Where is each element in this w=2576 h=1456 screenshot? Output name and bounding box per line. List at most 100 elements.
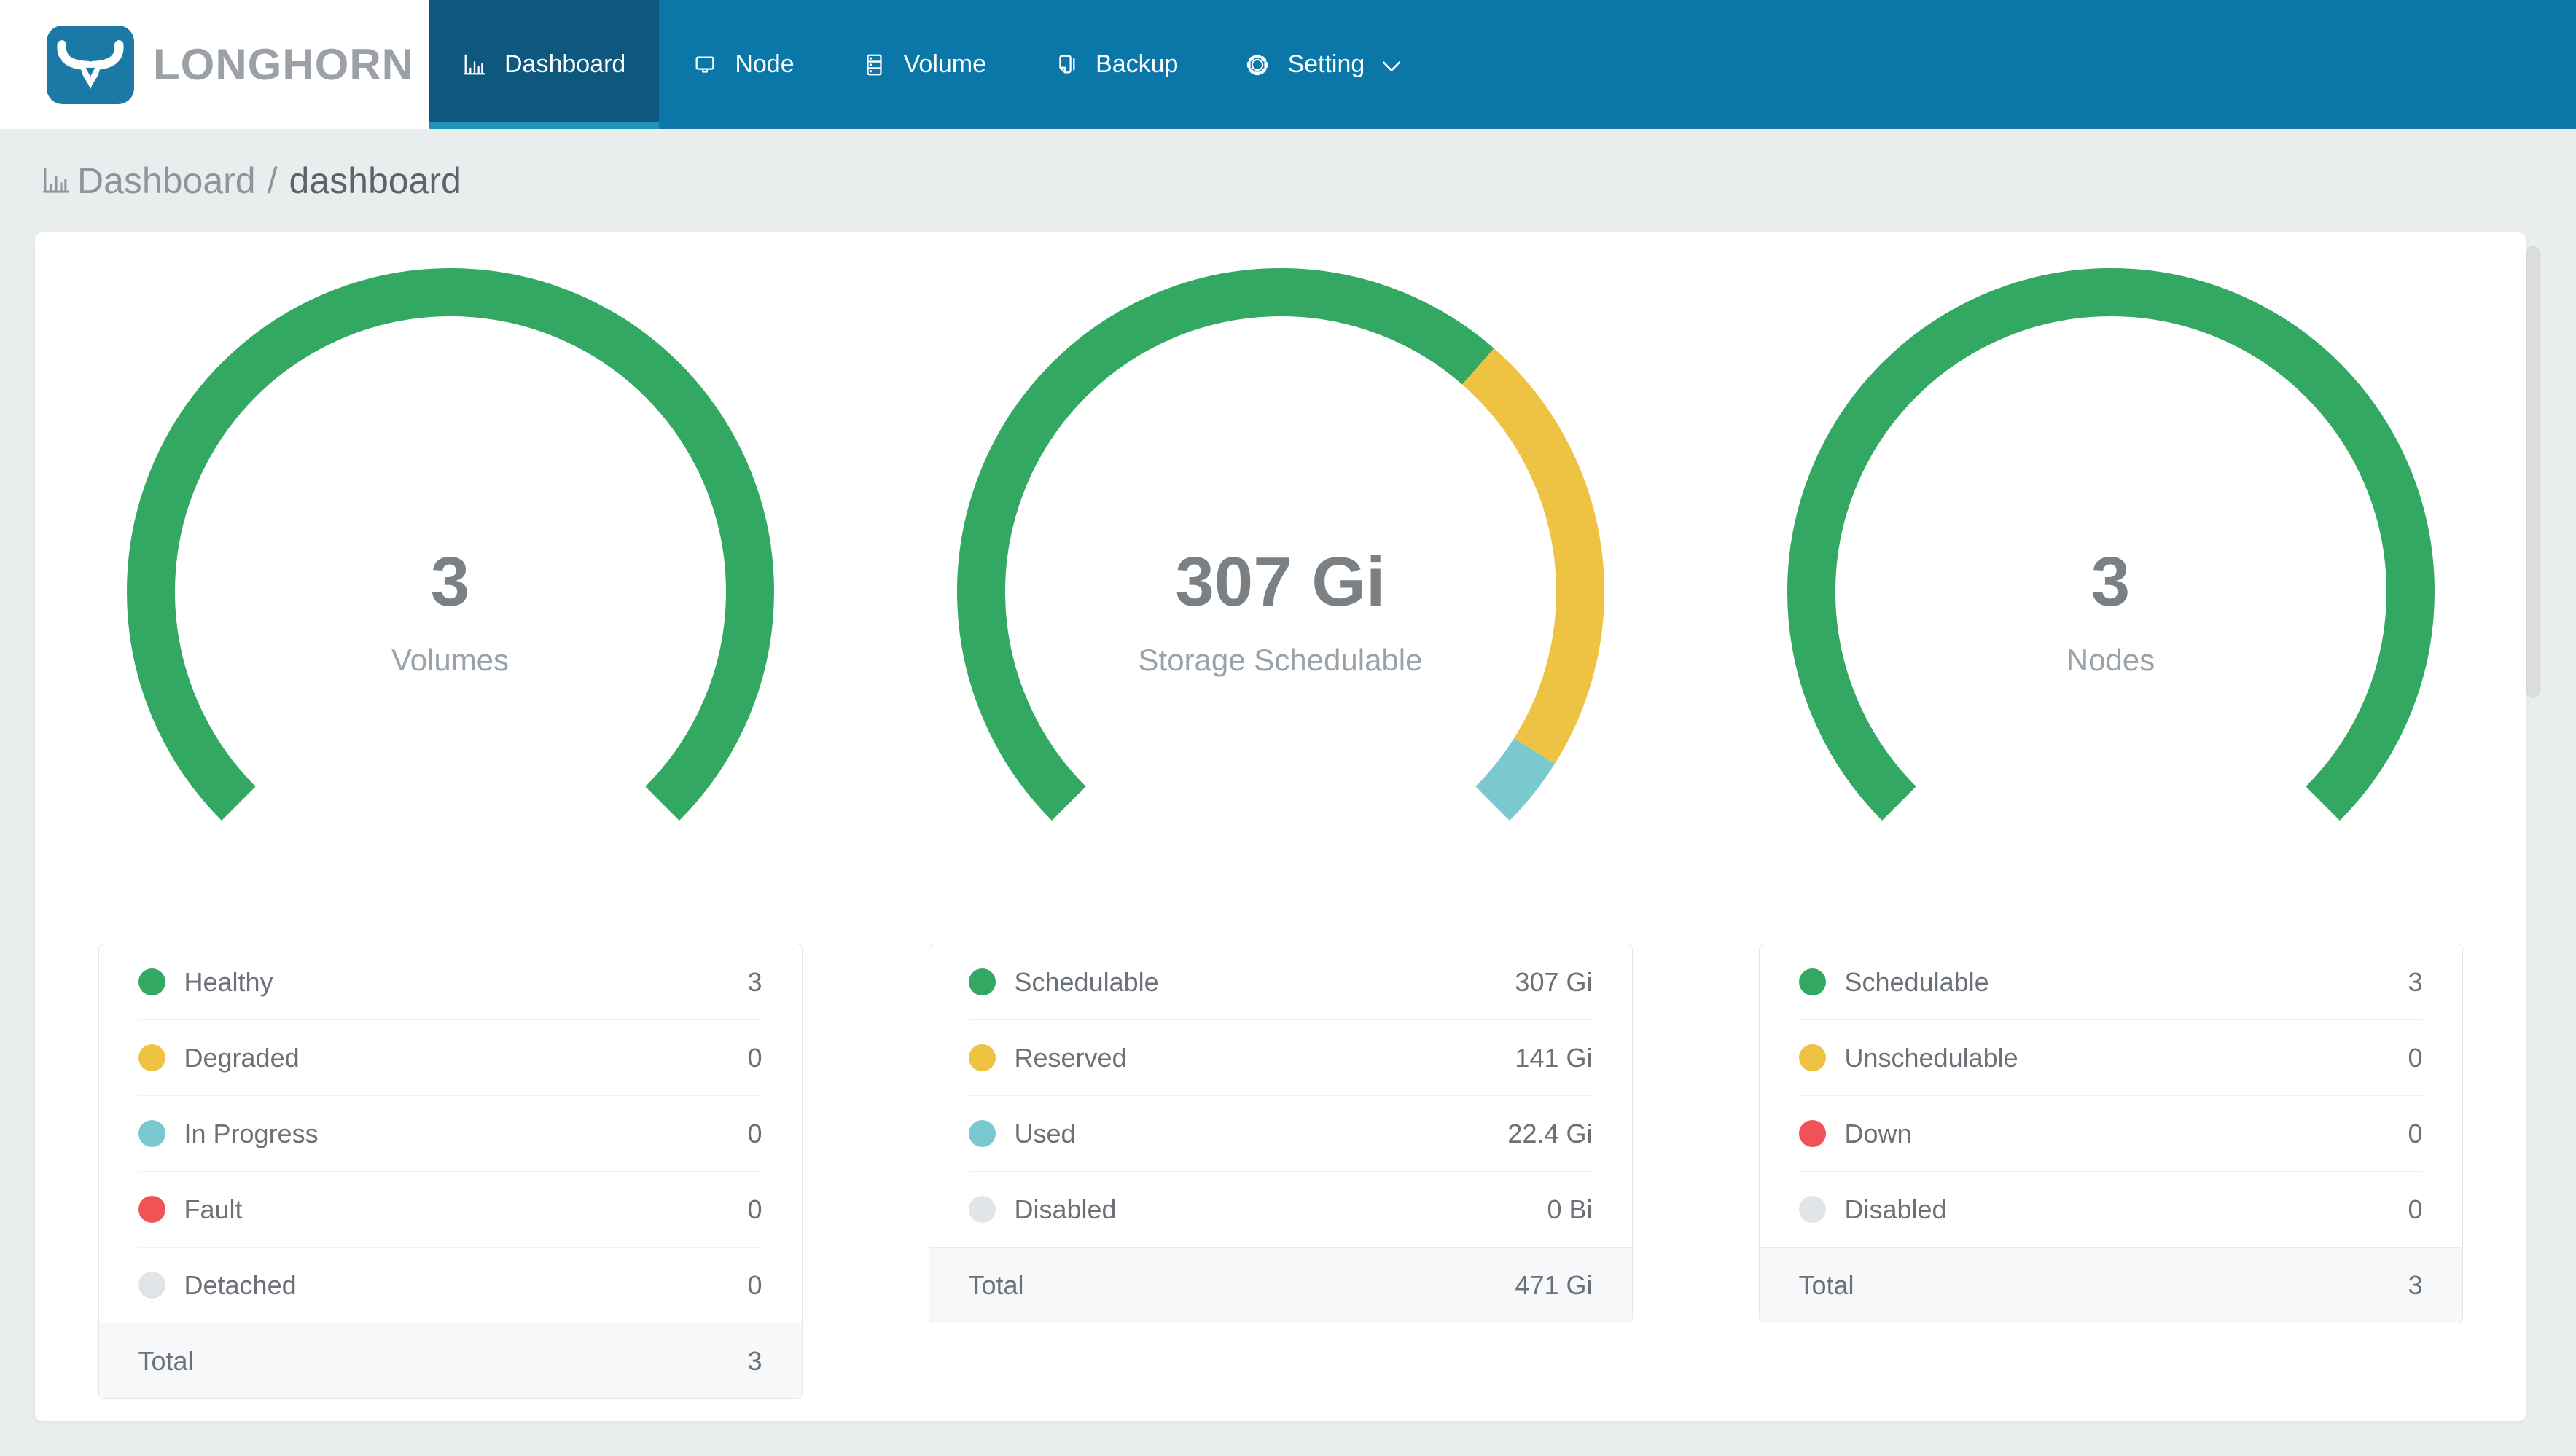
nodes-gauge: 3 Nodes [1776,257,2446,876]
gear-icon [1247,54,1268,75]
logo-text: LONGHORN [153,40,414,89]
legend-label: Healthy [184,966,273,997]
nav-item-label: Setting [1287,50,1365,78]
legend-label: Down [1844,1118,1912,1148]
legend-label: In Progress [184,1118,319,1148]
legend-dot [1798,1196,1826,1223]
legend-value: 3 [747,966,762,997]
legend-row: Unschedulable 0 [1760,1020,2462,1095]
nav-item-dashboard[interactable]: Dashboard [429,0,660,129]
breadcrumb-separator: / [267,160,278,201]
legend-dot [1798,1044,1826,1071]
legend-value: 141 Gi [1515,1042,1593,1073]
legend-row: Schedulable 3 [1760,944,2462,1019]
legend-dot [138,968,165,995]
legend-total-row: Total 3 [1759,1247,2462,1323]
legend-total-row: Total 471 Gi [929,1247,1632,1323]
legend-row: In Progress 0 [99,1096,802,1171]
nodes-column: 3 Nodes Schedulable 3 Unschedulable 0 Down 0 D… [1695,232,2526,1421]
dashboard-card: 3 Volumes Healthy 3 Degraded 0 In Progress 0 F… [35,232,2526,1421]
legend-row: Disabled 0 Bi [929,1172,1632,1247]
total-value: 3 [2408,1269,2423,1300]
legend-row: Degraded 0 [99,1020,802,1095]
total-value: 471 Gi [1515,1269,1593,1300]
gauge-arc-segment [1475,737,1555,821]
nav-item-label: Backup [1096,50,1179,78]
legend-row: Down 0 [1760,1096,2462,1171]
legend-label: Disabled [1844,1194,1947,1224]
volumes-column: 3 Volumes Healthy 3 Degraded 0 In Progress 0 F… [35,232,865,1421]
breadcrumb-dashboard-link[interactable]: Dashboard [41,160,256,202]
nav-item-label: Node [735,50,795,78]
legend-row: Used 22.4 Gi [929,1096,1632,1171]
gauge-center-label: Storage Schedulable [1138,643,1423,677]
node-icon [695,55,714,73]
total-label: Total [968,1269,1024,1300]
nav-item-volume[interactable]: Volume [828,0,1020,129]
header: LONGHORN Dashboard Node Volume Backup Se… [0,0,2576,129]
legend-label: Reserved [1014,1042,1127,1073]
legend-dot [968,1196,996,1223]
backup-icon [1059,55,1075,74]
main-nav: Dashboard Node Volume Backup Setting [429,0,1435,129]
legend-label: Detached [184,1269,297,1300]
nav-item-label: Volume [903,50,987,78]
legend-label: Used [1014,1118,1076,1148]
longhorn-bull-icon [47,25,134,104]
gauge-center-value: 3 [2091,543,2131,621]
legend-label: Degraded [184,1042,300,1073]
gauge-center-value: 307 Gi [1175,543,1386,621]
legend-value: 0 [2408,1042,2423,1073]
legend-value: 0 [2408,1118,2423,1148]
legend-row: Disabled 0 [1760,1172,2462,1247]
nav-item-node[interactable]: Node [659,0,827,129]
legend-row: Detached 0 [99,1248,802,1323]
legend-dot [968,1120,996,1147]
legend-value: 0 [747,1118,762,1148]
legend-label: Schedulable [1844,966,1989,997]
legend-value: 307 Gi [1515,966,1593,997]
legend-dot [968,1044,996,1071]
legend-dot [138,1120,165,1147]
logo[interactable]: LONGHORN [0,0,429,129]
nav-item-label: Dashboard [504,50,626,78]
legend-row: Reserved 141 Gi [929,1020,1632,1095]
legend-total-row: Total 3 [98,1323,802,1398]
total-label: Total [138,1345,194,1376]
chevron-down-icon [1382,50,1401,79]
legend-label: Unschedulable [1844,1042,2018,1073]
legend-row: Healthy 3 [99,944,802,1019]
breadcrumb: Dashboard / dashboard [0,129,2576,232]
legend-dot [1798,968,1826,995]
volumes-legend-table: Healthy 3 Degraded 0 In Progress 0 Fault 0 Detac… [98,944,803,1399]
volumes-gauge: 3 Volumes [115,257,786,876]
legend-value: 0 [747,1194,762,1224]
legend-label: Fault [184,1194,243,1224]
storage-legend-table: Schedulable 307 Gi Reserved 141 Gi Used 22.4 … [928,944,1633,1323]
storage-column: 307 Gi Storage Schedulable Schedulable 30… [865,232,1695,1421]
gauge-center-label: Volumes [391,643,510,677]
breadcrumb-current: dashboard [289,160,461,201]
legend-value: 0 Bi [1547,1194,1593,1224]
legend-value: 3 [2408,966,2423,997]
legend-row: Fault 0 [99,1172,802,1247]
legend-dot [138,1196,165,1223]
bar-chart-icon [43,168,69,193]
legend-dot [968,968,996,995]
breadcrumb-section: Dashboard [77,160,256,201]
nodes-legend-table: Schedulable 3 Unschedulable 0 Down 0 Disabled 0… [1758,944,2463,1323]
volume-icon [866,54,882,75]
nav-item-setting[interactable]: Setting [1211,0,1435,129]
total-value: 3 [747,1345,762,1376]
nav-item-backup[interactable]: Backup [1020,0,1211,129]
gauge-center-label: Nodes [2066,643,2155,677]
legend-dot [138,1272,165,1299]
total-label: Total [1798,1269,1854,1300]
gauge-center-value: 3 [430,543,470,621]
legend-value: 0 [747,1042,762,1073]
legend-value: 0 [2408,1194,2423,1224]
legend-label: Disabled [1014,1194,1117,1224]
legend-value: 0 [747,1269,762,1300]
scrollbar-thumb[interactable] [2526,246,2540,698]
bar-chart-icon [464,54,485,74]
